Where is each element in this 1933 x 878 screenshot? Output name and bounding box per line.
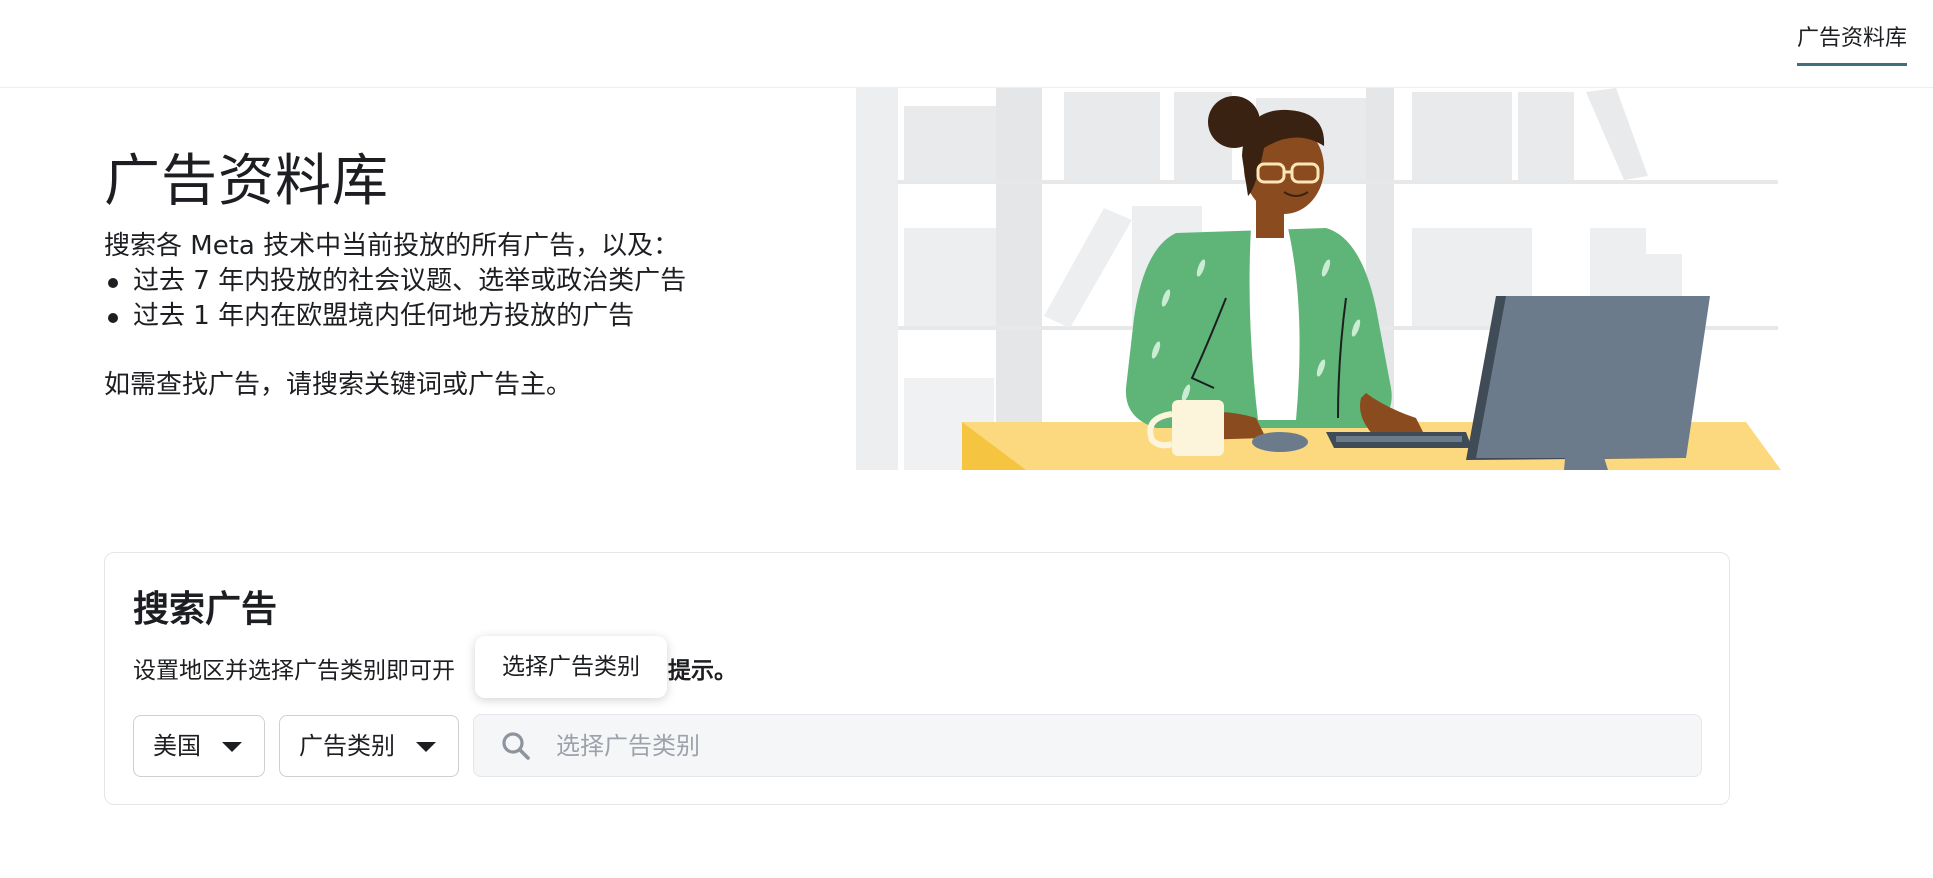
ad-search-input[interactable] [556, 715, 1676, 776]
hero-illustration [856, 88, 1781, 470]
search-icon [502, 732, 530, 760]
hero-bullet: 过去 7 年内投放的社会议题、选举或政治类广告 [104, 264, 824, 299]
page-title: 广告资料库 [104, 149, 389, 214]
caret-down-icon [222, 742, 242, 752]
hero-description: 搜索各 Meta 技术中当前投放的所有广告，以及： 过去 7 年内投放的社会议题… [104, 229, 824, 334]
ad-category-dropdown-value: 广告类别 [299, 732, 395, 760]
ad-search-box[interactable] [473, 714, 1702, 777]
hero-bullet-list: 过去 7 年内投放的社会议题、选举或政治类广告 过去 1 年内在欧盟境内任何地方… [104, 264, 824, 334]
caret-down-icon [416, 742, 436, 752]
tab-ad-library[interactable]: 广告资料库 [1796, 22, 1907, 66]
country-dropdown[interactable]: 美国 [133, 715, 265, 777]
hero-bullet: 过去 1 年内在欧盟境内任何地方投放的广告 [104, 299, 824, 334]
ad-category-dropdown[interactable]: 广告类别 [279, 715, 459, 777]
top-bar: 广告资料库 [0, 0, 1933, 88]
search-ads-card: 搜索广告 设置地区并选择广告类别即可开 索提示。 选择广告类别 美国 广告类别 [104, 552, 1730, 805]
subtitle-text: 设置地区并选择广告类别即可开 [133, 658, 455, 684]
category-tooltip: 选择广告类别 [475, 636, 667, 698]
country-dropdown-value: 美国 [153, 732, 201, 760]
hero-hint: 如需查找广告，请搜索关键词或广告主。 [104, 370, 573, 400]
search-ads-title: 搜索广告 [133, 589, 278, 630]
hero-intro: 搜索各 Meta 技术中当前投放的所有广告，以及： [104, 231, 680, 261]
